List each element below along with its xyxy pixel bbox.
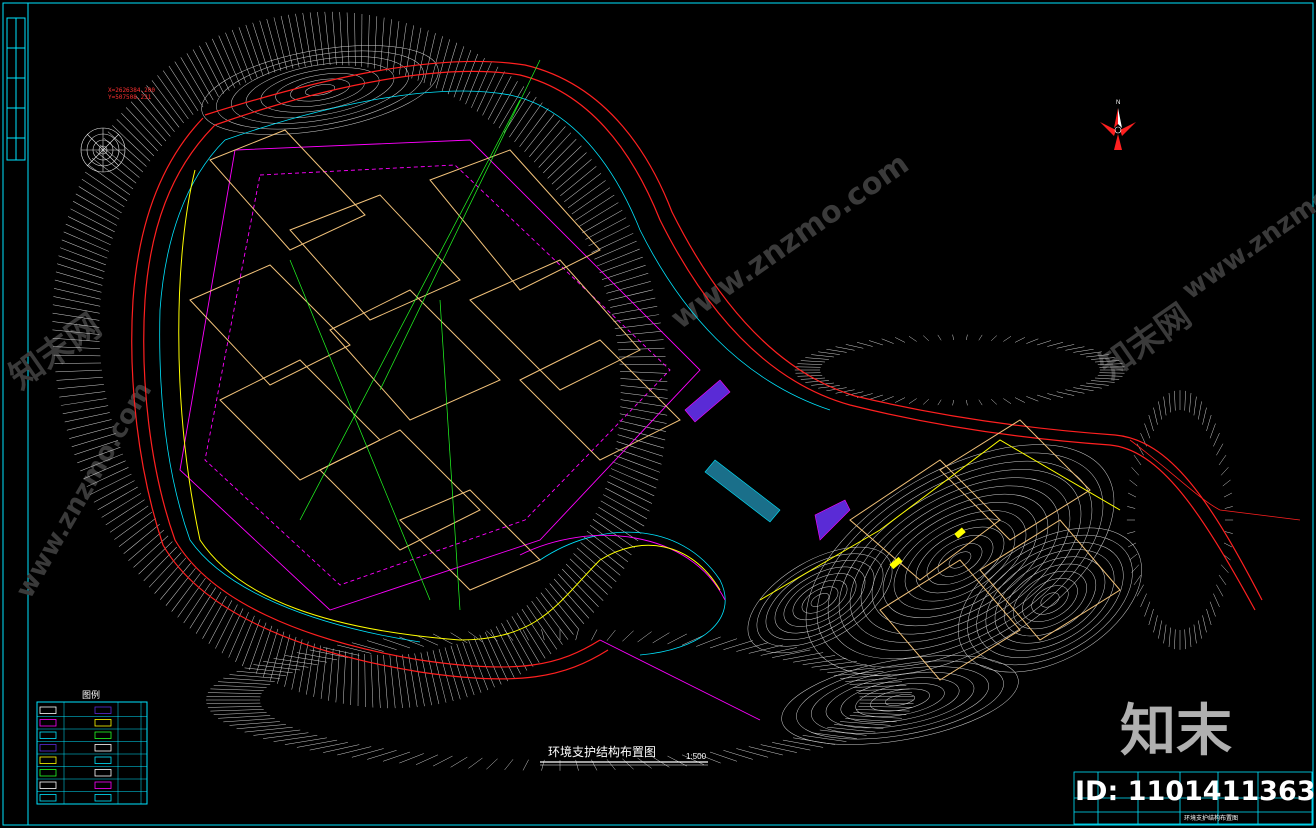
legend-swatch	[39, 769, 57, 777]
legend-swatch	[94, 781, 112, 789]
legend-swatch	[94, 756, 112, 764]
legend-swatch	[94, 731, 112, 739]
watermark-brand: 知末	[1120, 699, 1232, 764]
north-arrow: N	[1100, 100, 1136, 150]
svg-text:知末网: 知末网	[2, 306, 108, 397]
legend-swatch	[94, 719, 112, 727]
legend-swatch	[94, 706, 112, 714]
inner-road-lines	[159, 90, 831, 656]
plan-title: 环境支护结构布置图	[548, 744, 656, 759]
svg-text:www.znzmo.com: www.znzmo.com	[665, 146, 916, 336]
legend-swatch	[39, 706, 57, 714]
svg-text:www.znzmo.com: www.znzmo.com	[1177, 141, 1316, 306]
legend-swatch	[94, 744, 112, 752]
legend-swatch	[39, 781, 57, 789]
revision-stamp	[6, 17, 26, 161]
svg-text:知末网: 知末网	[1092, 296, 1198, 387]
title-block-sheet: 环境支护结构布置图	[1184, 814, 1238, 822]
coordinate-y-label: Y=507508.231	[108, 94, 152, 101]
svg-text:www.znzmo.com: www.znzmo.com	[10, 377, 158, 604]
wind-rose-diagram	[80, 127, 126, 173]
excavation-line	[178, 169, 1121, 641]
cad-drawing-canvas: 知末网 知末网 www.znzmo.com www.znzmo.com www.…	[2, 2, 1316, 826]
watermark-id: ID: 1101411363	[1075, 776, 1316, 807]
terrain-contours	[52, 11, 1234, 771]
legend-swatch	[39, 794, 57, 802]
legend-heading: 图例	[82, 689, 100, 700]
coordinate-x-label: X=2626384.200	[108, 87, 155, 94]
legend-swatch	[39, 719, 57, 727]
watermark: 知末 ID: 1101411363	[1075, 699, 1316, 807]
legend-swatch	[39, 744, 57, 752]
legend-swatch	[94, 769, 112, 777]
north-label: N	[1116, 100, 1120, 106]
scattered-annotations: X=2626384.200 Y=507508.231	[108, 87, 155, 101]
legend-box: 图例	[36, 689, 148, 805]
legend-swatch	[39, 756, 57, 764]
plan-title-block: 环境支护结构布置图 1:500	[540, 744, 708, 766]
legend-swatch	[39, 731, 57, 739]
plan-scale: 1:500	[686, 752, 707, 761]
legend-swatch	[94, 794, 112, 802]
